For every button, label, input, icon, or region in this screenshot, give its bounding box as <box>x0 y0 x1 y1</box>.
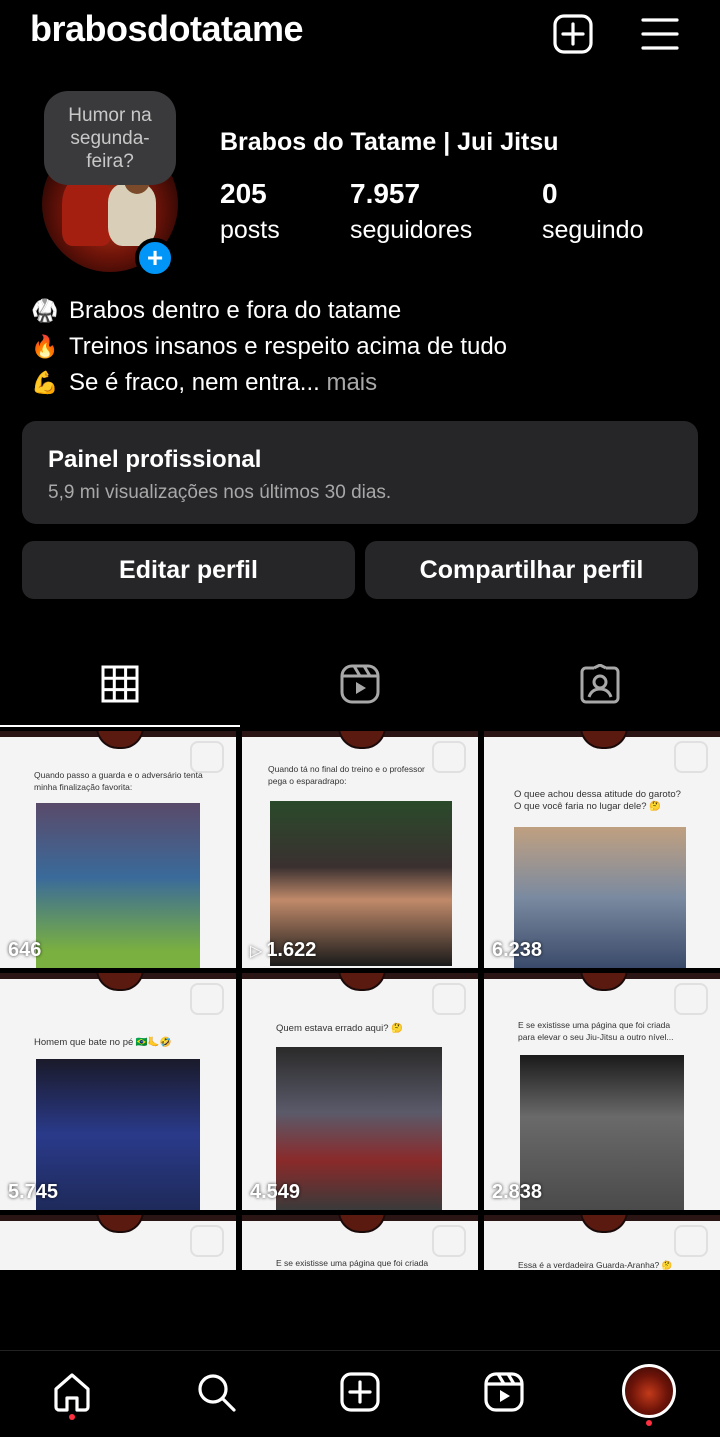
view-count: 4.549 <box>250 1181 300 1204</box>
bio-text: Se é fraco, nem entra... <box>69 369 320 396</box>
post-caption: E se existisse uma página que foi criada… <box>276 1258 429 1268</box>
panel-subtitle: 5,9 mi visualizações nos últimos 30 dias… <box>48 482 392 503</box>
view-count-value: 1.622 <box>266 939 317 961</box>
bio-more-link[interactable]: mais <box>326 369 377 397</box>
view-count: 646 <box>8 939 41 962</box>
edit-profile-button[interactable]: Editar perfil <box>22 541 355 599</box>
brand-logo <box>96 1215 144 1233</box>
profile-username[interactable]: brabosdotatame <box>30 8 304 50</box>
reel-badge-icon <box>674 1225 708 1257</box>
reel-badge-icon <box>432 983 466 1015</box>
reels-icon[interactable] <box>482 1370 526 1414</box>
post-caption: Essa é a verdadeira Guarda-Aranha? 🤔 <box>518 1260 673 1270</box>
post-tile[interactable]: Essa é a verdadeira Guarda-Aranha? 🤔 <box>484 1215 720 1270</box>
view-count: 2.838 <box>492 1181 542 1204</box>
view-count-value: 5.745 <box>8 1181 59 1203</box>
post-caption: Quando passo a guarda e o adversário ten… <box>34 770 203 792</box>
brand-logo <box>96 973 144 991</box>
post-caption: Homem que bate no pé 🇧🇷🦶🤣 <box>34 1037 172 1048</box>
bio-line: 🔥 Treinos insanos e respeito acima de tud… <box>30 333 507 361</box>
view-count-value: 6.238 <box>492 939 543 961</box>
posts-count[interactable]: 205 <box>220 178 267 210</box>
brand-logo <box>580 731 628 749</box>
muscle-emoji-icon: 💪 <box>31 370 59 395</box>
post-caption: O quee achou dessa atitude do garoto? O … <box>514 789 681 812</box>
create-icon[interactable] <box>338 1370 382 1414</box>
bio-line: 💪 Se é fraco, nem entra... mais <box>30 369 377 397</box>
view-count-value: 646 <box>8 939 42 961</box>
followers-label[interactable]: seguidores <box>350 216 472 245</box>
share-profile-button[interactable]: Compartilhar perfil <box>365 541 698 599</box>
hamburger-icon[interactable] <box>638 12 682 56</box>
brand-logo <box>338 1215 386 1233</box>
reel-badge-icon <box>674 983 708 1015</box>
post-tile[interactable]: O quee achou dessa atitude do garoto? O … <box>484 731 720 968</box>
view-count: 5.745 <box>8 1181 58 1204</box>
tagged-icon[interactable] <box>580 664 620 704</box>
profile-display-name: Brabos do Tatame | Jui Jitsu <box>220 128 559 156</box>
brand-logo <box>580 1215 628 1233</box>
post-image <box>36 803 200 968</box>
followers-count[interactable]: 7.957 <box>350 178 420 210</box>
tab-active-indicator <box>0 725 240 727</box>
post-tile[interactable]: Quem estava errado aqui? 🤔 4.549 <box>242 973 478 1210</box>
post-image <box>36 1059 200 1210</box>
bio-line: 🥋 Brabos dentro e fora do tatame <box>30 297 401 325</box>
following-label[interactable]: seguindo <box>542 216 643 245</box>
post-caption: Quando tá no final do treino e o profess… <box>268 764 425 786</box>
reel-badge-icon <box>190 983 224 1015</box>
grid-icon[interactable] <box>100 664 140 704</box>
view-count-value: 2.838 <box>492 1181 543 1203</box>
post-image <box>520 1055 684 1210</box>
notification-dot <box>69 1414 75 1420</box>
play-icon: ▷ <box>250 942 263 960</box>
panel-title: Painel profissional <box>48 446 262 473</box>
post-caption: Quem estava errado aqui? 🤔 <box>276 1023 403 1034</box>
post-tile[interactable]: Quando passo a guarda e o adversário ten… <box>0 731 236 968</box>
brand-logo <box>338 973 386 991</box>
posts-label[interactable]: posts <box>220 216 280 245</box>
brand-logo <box>96 731 144 749</box>
reels-icon[interactable] <box>340 664 380 704</box>
profile-avatar[interactable] <box>622 1364 676 1418</box>
view-count-value: 4.549 <box>250 1181 301 1203</box>
post-tile[interactable]: E se existisse uma página que foi criada… <box>242 1215 478 1270</box>
gi-emoji-icon: 🥋 <box>31 298 59 323</box>
posts-grid: Quando passo a guarda e o adversário ten… <box>0 731 720 1270</box>
view-count: 6.238 <box>492 939 542 962</box>
bio-text: Treinos insanos e respeito acima de tudo <box>69 333 508 360</box>
post-caption: E se existisse uma página que foi criada… <box>518 1020 674 1042</box>
post-tile[interactable]: Homem que bate no pé 🇧🇷🦶🤣 5.745 <box>0 973 236 1210</box>
search-icon[interactable] <box>194 1370 238 1414</box>
add-story-button[interactable]: + <box>135 238 175 278</box>
plus-icon: + <box>146 242 164 273</box>
brand-logo <box>580 973 628 991</box>
reel-badge-icon <box>674 741 708 773</box>
professional-dashboard[interactable]: Painel profissional 5,9 mi visualizações… <box>22 421 698 524</box>
post-tile[interactable]: E se existisse uma página que foi criada… <box>484 973 720 1210</box>
bio-text: Brabos dentro e fora do tatame <box>69 297 402 324</box>
reel-badge-icon <box>432 1225 466 1257</box>
following-count[interactable]: 0 <box>542 178 558 210</box>
post-tile[interactable]: Quando tá no final do treino e o profess… <box>242 731 478 968</box>
reel-badge-icon <box>190 1225 224 1257</box>
home-icon[interactable] <box>50 1370 94 1414</box>
plus-square-icon[interactable] <box>551 12 595 56</box>
view-count: ▷ 1.622 <box>250 939 316 962</box>
brand-logo <box>338 731 386 749</box>
post-tile[interactable] <box>0 1215 236 1270</box>
fire-emoji-icon: 🔥 <box>31 334 59 359</box>
post-image <box>276 1047 442 1210</box>
notification-dot <box>646 1420 652 1426</box>
note-bubble[interactable]: Humor na segunda-feira? <box>44 91 176 185</box>
